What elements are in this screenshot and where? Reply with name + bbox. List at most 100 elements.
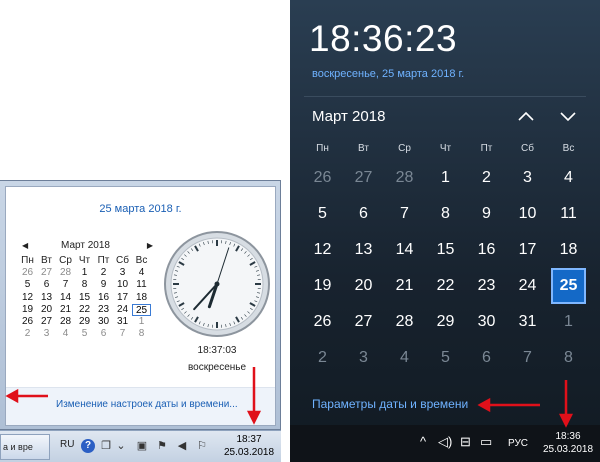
win10-day-cell[interactable]: 7 — [384, 196, 425, 232]
win7-day-cell[interactable]: 28 — [56, 316, 75, 328]
win10-day-cell[interactable]: 10 — [507, 196, 548, 232]
win7-day-cell[interactable]: 24 — [113, 304, 132, 316]
win7-day-cell[interactable]: 4 — [132, 267, 151, 279]
win7-day-cell[interactable]: 27 — [37, 267, 56, 279]
win10-day-cell[interactable]: 4 — [384, 340, 425, 376]
win10-date-link[interactable]: воскресенье, 25 марта 2018 г. — [312, 68, 464, 80]
win7-language-indicator[interactable]: RU — [60, 439, 74, 450]
win7-day-cell[interactable]: 13 — [37, 292, 56, 304]
win10-day-cell[interactable]: 4 — [548, 160, 589, 196]
win10-day-cell[interactable]: 2 — [302, 340, 343, 376]
win10-day-cell[interactable]: 30 — [466, 304, 507, 340]
action-center-icon[interactable]: ⚑ — [155, 439, 169, 453]
win10-day-cell[interactable]: 13 — [343, 232, 384, 268]
win7-day-cell[interactable]: 23 — [94, 304, 113, 316]
win10-language-indicator[interactable]: РУС — [508, 438, 528, 449]
win7-day-cell[interactable]: 3 — [113, 267, 132, 279]
win7-day-cell[interactable]: 22 — [75, 304, 94, 316]
win7-day-cell[interactable]: 12 — [18, 292, 37, 304]
win7-day-cell[interactable]: 3 — [37, 328, 56, 340]
win7-day-cell[interactable]: 1 — [75, 267, 94, 279]
win10-day-cell[interactable]: 7 — [507, 340, 548, 376]
win7-day-cell[interactable]: 17 — [113, 292, 132, 304]
network-icon[interactable]: ▣ — [135, 439, 149, 453]
win7-day-cell[interactable]: 6 — [37, 279, 56, 291]
win10-day-cell[interactable]: 28 — [384, 304, 425, 340]
win7-day-cell[interactable]: 20 — [37, 304, 56, 316]
chevron-down-icon[interactable] — [558, 107, 578, 125]
volume-icon[interactable]: ◁) — [438, 435, 452, 449]
win10-day-cell[interactable]: 19 — [302, 268, 343, 304]
win7-day-cell[interactable]: 11 — [132, 279, 151, 291]
window-restore-icon[interactable]: ❐ — [99, 439, 113, 453]
win10-day-cell[interactable]: 24 — [507, 268, 548, 304]
win7-month-title[interactable]: Март 2018 — [18, 240, 153, 251]
win7-day-cell[interactable]: 5 — [75, 328, 94, 340]
win10-day-cell[interactable]: 17 — [507, 232, 548, 268]
win7-day-cell[interactable]: 4 — [56, 328, 75, 340]
win7-day-cell[interactable]: 26 — [18, 267, 37, 279]
next-month-icon[interactable]: ▶ — [147, 241, 153, 250]
win10-settings-link[interactable]: Параметры даты и времени — [312, 397, 468, 411]
win7-day-cell[interactable]: 5 — [18, 279, 37, 291]
win10-day-cell[interactable]: 29 — [425, 304, 466, 340]
win7-header-date[interactable]: 25 марта 2018 г. — [6, 203, 275, 215]
win10-day-cell[interactable]: 26 — [302, 304, 343, 340]
win10-day-cell[interactable]: 23 — [466, 268, 507, 304]
win10-day-cell[interactable]: 22 — [425, 268, 466, 304]
win7-day-cell[interactable]: 8 — [75, 279, 94, 291]
win7-tray-clock[interactable]: 18:37 25.03.2018 — [221, 433, 277, 459]
win7-day-cell[interactable]: 21 — [56, 304, 75, 316]
win7-day-cell[interactable]: 28 — [56, 267, 75, 279]
win7-day-cell[interactable]: 14 — [56, 292, 75, 304]
win10-day-cell[interactable]: 28 — [384, 160, 425, 196]
win7-day-cell[interactable]: 7 — [56, 279, 75, 291]
win7-day-cell[interactable]: 30 — [94, 316, 113, 328]
chevron-down-icon[interactable]: ⌄ — [114, 439, 128, 453]
win10-day-cell[interactable]: 27 — [343, 304, 384, 340]
win10-day-cell[interactable]: 15 — [425, 232, 466, 268]
volume-icon[interactable]: ◀ — [175, 439, 189, 453]
win7-day-cell[interactable]: 2 — [94, 267, 113, 279]
win10-day-cell[interactable]: 1 — [548, 304, 589, 340]
help-icon[interactable]: ? — [81, 439, 95, 453]
chevron-up-icon[interactable]: ^ — [420, 435, 426, 449]
win7-day-cell[interactable]: 15 — [75, 292, 94, 304]
win10-day-cell[interactable]: 20 — [343, 268, 384, 304]
win10-day-cell[interactable]: 9 — [466, 196, 507, 232]
win10-day-cell[interactable]: 5 — [425, 340, 466, 376]
win7-day-cell[interactable]: 6 — [94, 328, 113, 340]
network-icon[interactable]: ⊟ — [460, 435, 471, 449]
win10-day-cell[interactable]: 14 — [384, 232, 425, 268]
win7-day-cell[interactable]: 18 — [132, 292, 151, 304]
win10-tray-clock[interactable]: 18:36 25.03.2018 — [540, 430, 596, 456]
win7-day-cell[interactable]: 2 — [18, 328, 37, 340]
win7-day-cell[interactable]: 31 — [113, 316, 132, 328]
win10-day-cell[interactable]: 18 — [548, 232, 589, 268]
win10-day-cell[interactable]: 3 — [507, 160, 548, 196]
win7-day-cell[interactable]: 27 — [37, 316, 56, 328]
win10-day-today[interactable]: 25 — [551, 268, 586, 304]
win10-day-cell[interactable]: 16 — [466, 232, 507, 268]
notification-icon[interactable]: ▭ — [480, 435, 492, 449]
win10-day-cell[interactable]: 1 — [425, 160, 466, 196]
win10-day-cell[interactable]: 12 — [302, 232, 343, 268]
win10-day-cell[interactable]: 3 — [343, 340, 384, 376]
win10-month-title[interactable]: Март 2018 — [312, 108, 385, 125]
win7-day-cell[interactable]: 1 — [132, 316, 151, 328]
win10-day-cell[interactable]: 6 — [466, 340, 507, 376]
win7-day-cell[interactable]: 8 — [132, 328, 151, 340]
win7-day-cell[interactable]: 7 — [113, 328, 132, 340]
win10-day-cell[interactable]: 6 — [343, 196, 384, 232]
win10-day-cell[interactable]: 11 — [548, 196, 589, 232]
win10-day-cell[interactable]: 31 — [507, 304, 548, 340]
win10-day-cell[interactable]: 2 — [466, 160, 507, 196]
win7-day-cell[interactable]: 26 — [18, 316, 37, 328]
chevron-up-icon[interactable] — [516, 107, 536, 125]
flag-icon[interactable]: ⚐ — [195, 439, 209, 453]
win7-taskbar-button[interactable]: а и вре — [0, 434, 50, 460]
win10-day-cell[interactable]: 21 — [384, 268, 425, 304]
win10-day-cell[interactable]: 8 — [425, 196, 466, 232]
win7-settings-link[interactable]: Изменение настроек даты и времени... — [56, 399, 238, 410]
win7-day-cell[interactable]: 10 — [113, 279, 132, 291]
